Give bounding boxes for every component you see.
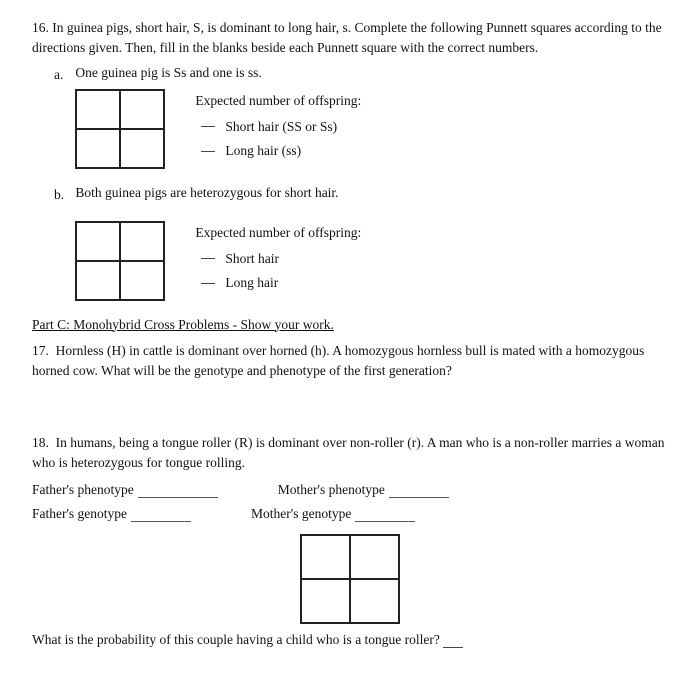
part-c-title: Part C: Monohybrid Cross Problems (32, 317, 229, 332)
question-17: 17. Hornless (H) in cattle is dominant o… (32, 341, 668, 424)
mother-phenotype-blank (389, 482, 449, 498)
punnett-square-18 (300, 534, 400, 624)
punnett-center-18 (32, 534, 668, 624)
q16-part-a: a. One guinea pig is Ss and one is ss. E… (54, 65, 668, 175)
part-a-content: One guinea pig is Ss and one is ss. Expe… (75, 65, 665, 175)
part-c-show-work: - Show your work. (229, 317, 334, 332)
part-b-label: b. (54, 187, 72, 203)
cell-18-4 (350, 579, 399, 623)
expected-block-a: Expected number of offspring: Short hair… (195, 89, 361, 164)
punnett-square-a (75, 89, 165, 169)
blank-a1 (201, 126, 215, 127)
blank-b1 (201, 258, 215, 259)
probability-blank (443, 647, 463, 648)
question-16: 16. In guinea pigs, short hair, S, is do… (32, 18, 668, 307)
mother-phenotype-label: Mother's phenotype (278, 482, 385, 498)
cell-a2 (120, 90, 164, 129)
q18-text: 18. In humans, being a tongue roller (R)… (32, 433, 668, 474)
q17-text: 17. Hornless (H) in cattle is dominant o… (32, 341, 668, 382)
expected-line-b2: Long hair (201, 271, 361, 295)
cell-b1 (76, 222, 120, 261)
blank-b2 (201, 283, 215, 284)
phenotype-row: Father's phenotype Mother's phenotype (32, 482, 668, 498)
q16-part-b: b. Both guinea pigs are heterozygous for… (54, 185, 668, 307)
punnett-square-b (75, 221, 165, 301)
expected-line-a1: Short hair (SS or Ss) (201, 115, 361, 139)
q18-body: In humans, being a tongue roller (R) is … (32, 435, 664, 470)
q17-body: Hornless (H) in cattle is dominant over … (32, 343, 644, 378)
cell-18-2 (350, 535, 399, 579)
q17-answer-space (32, 387, 668, 423)
q18-number: 18. (32, 435, 49, 450)
cell-a4 (120, 129, 164, 168)
cell-a3 (76, 129, 120, 168)
father-phenotype-blank (138, 482, 218, 498)
mother-phenotype-item: Mother's phenotype (278, 482, 449, 498)
line2-text-a: Long hair (ss) (225, 139, 301, 163)
line2-text-b: Long hair (225, 271, 278, 295)
cell-b2 (120, 222, 164, 261)
punnett-area-a: Expected number of offspring: Short hair… (75, 89, 665, 169)
part-b-content: Both guinea pigs are heterozygous for sh… (75, 185, 665, 307)
father-genotype-blank (131, 506, 191, 522)
mother-genotype-item: Mother's genotype (251, 506, 415, 522)
expected-title-b: Expected number of offspring: (195, 221, 361, 245)
cell-b3 (76, 261, 120, 300)
line1-text-a: Short hair (SS or Ss) (225, 115, 337, 139)
probability-text: What is the probability of this couple h… (32, 632, 440, 647)
father-phenotype-item: Father's phenotype (32, 482, 218, 498)
part-b-text: Both guinea pigs are heterozygous for sh… (75, 185, 338, 200)
mother-genotype-label: Mother's genotype (251, 506, 351, 522)
probability-line: What is the probability of this couple h… (32, 632, 668, 648)
line1-text-b: Short hair (225, 247, 279, 271)
father-phenotype-label: Father's phenotype (32, 482, 134, 498)
q17-number: 17. (32, 343, 49, 358)
part-a-label: a. (54, 67, 72, 83)
cell-18-1 (301, 535, 350, 579)
cell-b4 (120, 261, 164, 300)
expected-title-a: Expected number of offspring: (195, 89, 361, 113)
expected-block-b: Expected number of offspring: Short hair… (195, 221, 361, 296)
expected-line-a2: Long hair (ss) (201, 139, 361, 163)
cell-a1 (76, 90, 120, 129)
mother-genotype-blank (355, 506, 415, 522)
q16-text: 16. In guinea pigs, short hair, S, is do… (32, 18, 668, 59)
expected-line-b1: Short hair (201, 247, 361, 271)
genotype-row: Father's genotype Mother's genotype (32, 506, 668, 522)
part-c-heading: Part C: Monohybrid Cross Problems - Show… (32, 317, 668, 333)
father-genotype-label: Father's genotype (32, 506, 127, 522)
father-genotype-item: Father's genotype (32, 506, 191, 522)
blank-a2 (201, 151, 215, 152)
cell-18-3 (301, 579, 350, 623)
punnett-area-b: Expected number of offspring: Short hair… (75, 221, 665, 301)
part-a-text: One guinea pig is Ss and one is ss. (75, 65, 261, 80)
question-18: 18. In humans, being a tongue roller (R)… (32, 433, 668, 648)
